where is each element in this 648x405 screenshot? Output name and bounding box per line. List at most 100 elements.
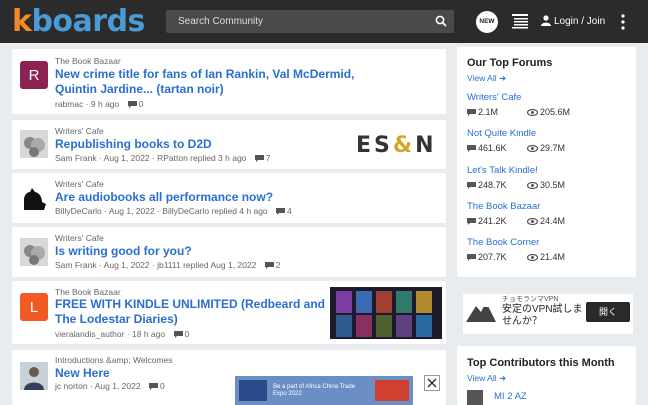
close-ad-button[interactable] xyxy=(424,375,440,391)
thread-meta: Sam Frank · Aug 1, 2022 · RPatton replie… xyxy=(55,153,271,163)
eye-icon xyxy=(527,109,538,116)
thread-author[interactable]: jc norton xyxy=(55,381,88,391)
avatar[interactable] xyxy=(20,184,48,212)
forum-posts: 248.7K xyxy=(478,180,507,190)
ad-open-button[interactable]: 開く xyxy=(586,302,630,322)
cat-avatar-icon xyxy=(20,130,48,158)
forum-stats: 248.7K 30.5M xyxy=(467,180,565,190)
logo-k: k xyxy=(12,4,32,39)
thread-title[interactable]: New crime title for fans of Ian Rankin, … xyxy=(55,67,355,97)
cat-avatar-icon xyxy=(20,238,48,266)
bottom-banner-ad[interactable]: Be a part of Africa China Trade Expo 202… xyxy=(235,376,413,405)
comment-icon xyxy=(467,218,476,225)
last-reply[interactable]: BillyDeCarlo replied 4 h ago xyxy=(162,206,267,216)
thread-card: Writers' Cafe Is writing good for you? S… xyxy=(12,227,446,277)
view-all-contributors-link[interactable]: View All ➜ xyxy=(467,373,506,384)
bottom-ad-text: Be a part of Africa China Trade Expo 202… xyxy=(273,384,356,397)
list-icon[interactable] xyxy=(512,13,528,29)
thread-author[interactable]: rabmac xyxy=(55,99,83,109)
thread-author[interactable]: vieralandis_author xyxy=(55,329,124,339)
logo-text: boards xyxy=(31,4,145,39)
forum-posts: 207.7K xyxy=(478,252,507,262)
thread-forum[interactable]: The Book Bazaar xyxy=(55,56,121,66)
avatar[interactable] xyxy=(20,238,48,266)
esn-right: N xyxy=(415,133,437,158)
top-header: kboards NEW Login / Join xyxy=(0,0,648,43)
forum-views: 30.5M xyxy=(540,180,566,190)
eye-icon xyxy=(527,182,538,189)
book-ad-image[interactable] xyxy=(330,287,442,339)
view-all-forums-link[interactable]: View All ➜ xyxy=(467,73,506,84)
thread-title[interactable]: FREE WITH KINDLE UNLIMITED (Redbeard and… xyxy=(55,297,340,327)
search-icon[interactable] xyxy=(435,15,447,27)
contributor-avatar[interactable] xyxy=(467,390,483,405)
eye-icon xyxy=(527,218,538,225)
reply-count: 2 xyxy=(275,260,281,270)
thread-time: 9 h ago xyxy=(90,99,120,109)
avatar[interactable] xyxy=(20,362,48,390)
thread-forum[interactable]: The Book Bazaar xyxy=(55,287,121,297)
thread-title[interactable]: Are audiobooks all performance now? xyxy=(55,190,345,205)
close-icon xyxy=(427,378,437,388)
comment-icon xyxy=(467,145,476,152)
forum-link[interactable]: Let's Talk Kindle! xyxy=(467,165,538,176)
reply-count: 7 xyxy=(265,153,271,163)
thread-title[interactable]: Republishing books to D2D xyxy=(55,137,345,152)
forum-views: 29.7M xyxy=(540,143,566,153)
ad-headline[interactable]: 安定のVPN試しませんか？ xyxy=(502,304,586,328)
login-label: Login / Join xyxy=(554,16,606,27)
avatar[interactable]: L xyxy=(20,293,48,321)
thread-author[interactable]: BillyDeCarlo xyxy=(55,206,102,216)
last-reply[interactable]: jb1111 replied Aug 1, 2022 xyxy=(157,260,256,270)
thread-forum[interactable]: Writers' Cafe xyxy=(55,179,104,189)
kboards-logo[interactable]: kboards xyxy=(12,4,145,39)
forum-views: 205.6M xyxy=(540,107,571,117)
comment-icon xyxy=(173,331,183,338)
person-avatar-icon xyxy=(20,362,48,390)
comment-icon xyxy=(254,155,264,162)
top-contributors-panel: Top Contributors this Month View All ➜ M… xyxy=(457,346,636,405)
comment-icon xyxy=(467,182,476,189)
top-contributors-heading: Top Contributors this Month xyxy=(467,357,615,369)
thread-card: R The Book Bazaar New crime title for fa… xyxy=(12,49,446,114)
thread-forum[interactable]: Introductions &amp; Welcomes xyxy=(55,355,172,365)
contributor-name[interactable]: MI 2 AZ xyxy=(494,391,527,402)
avatar[interactable] xyxy=(20,130,48,158)
reply-count: 4 xyxy=(287,206,292,216)
forum-stats: 207.7K 21.4M xyxy=(467,252,565,262)
reply-count: 0 xyxy=(184,329,190,339)
forum-posts: 2.1M xyxy=(478,107,499,117)
comment-icon xyxy=(276,208,286,215)
avatar[interactable]: R xyxy=(20,61,48,89)
thread-meta: jc norton · Aug 1, 2022 0 xyxy=(55,381,165,391)
comment-icon xyxy=(467,254,476,261)
forum-stats: 2.1M 205.6M xyxy=(467,107,570,117)
reply-count: 0 xyxy=(159,381,165,391)
thread-title[interactable]: Is writing good for you? xyxy=(55,244,345,259)
top-forums-heading: Our Top Forums xyxy=(467,57,553,69)
book-covers-icon xyxy=(330,287,442,339)
ad-brand: チョモランマVPN xyxy=(502,296,559,303)
forum-link[interactable]: Writers' Cafe xyxy=(467,92,521,103)
thread-author[interactable]: Sam Frank xyxy=(55,153,97,163)
thread-meta: BillyDeCarlo · Aug 1, 2022 · BillyDeCarl… xyxy=(55,206,292,216)
forum-link[interactable]: The Book Bazaar xyxy=(467,201,540,212)
new-posts-badge[interactable]: NEW xyxy=(476,11,498,33)
thread-forum[interactable]: Writers' Cafe xyxy=(55,126,104,136)
forum-stats: 461.6K 29.7M xyxy=(467,143,565,153)
forum-views: 21.4M xyxy=(540,252,566,262)
thread-time: Aug 1, 2022 xyxy=(94,381,141,391)
forum-link[interactable]: The Book Corner xyxy=(467,237,539,248)
last-reply[interactable]: RPatton replied 3 h ago xyxy=(157,153,246,163)
esn-amp: & xyxy=(392,133,416,158)
thread-author[interactable]: Sam Frank xyxy=(55,260,97,270)
search-box xyxy=(166,10,454,33)
search-input[interactable] xyxy=(166,10,426,33)
thread-card: Writers' Cafe Are audiobooks all perform… xyxy=(12,173,446,223)
eye-icon xyxy=(527,145,538,152)
thread-forum[interactable]: Writers' Cafe xyxy=(55,233,104,243)
login-join-link[interactable]: Login / Join xyxy=(541,15,605,27)
more-menu-icon[interactable] xyxy=(621,14,625,30)
forum-link[interactable]: Not Quite Kindle xyxy=(467,128,536,139)
esn-ad-logo[interactable]: ES&N xyxy=(356,133,436,158)
